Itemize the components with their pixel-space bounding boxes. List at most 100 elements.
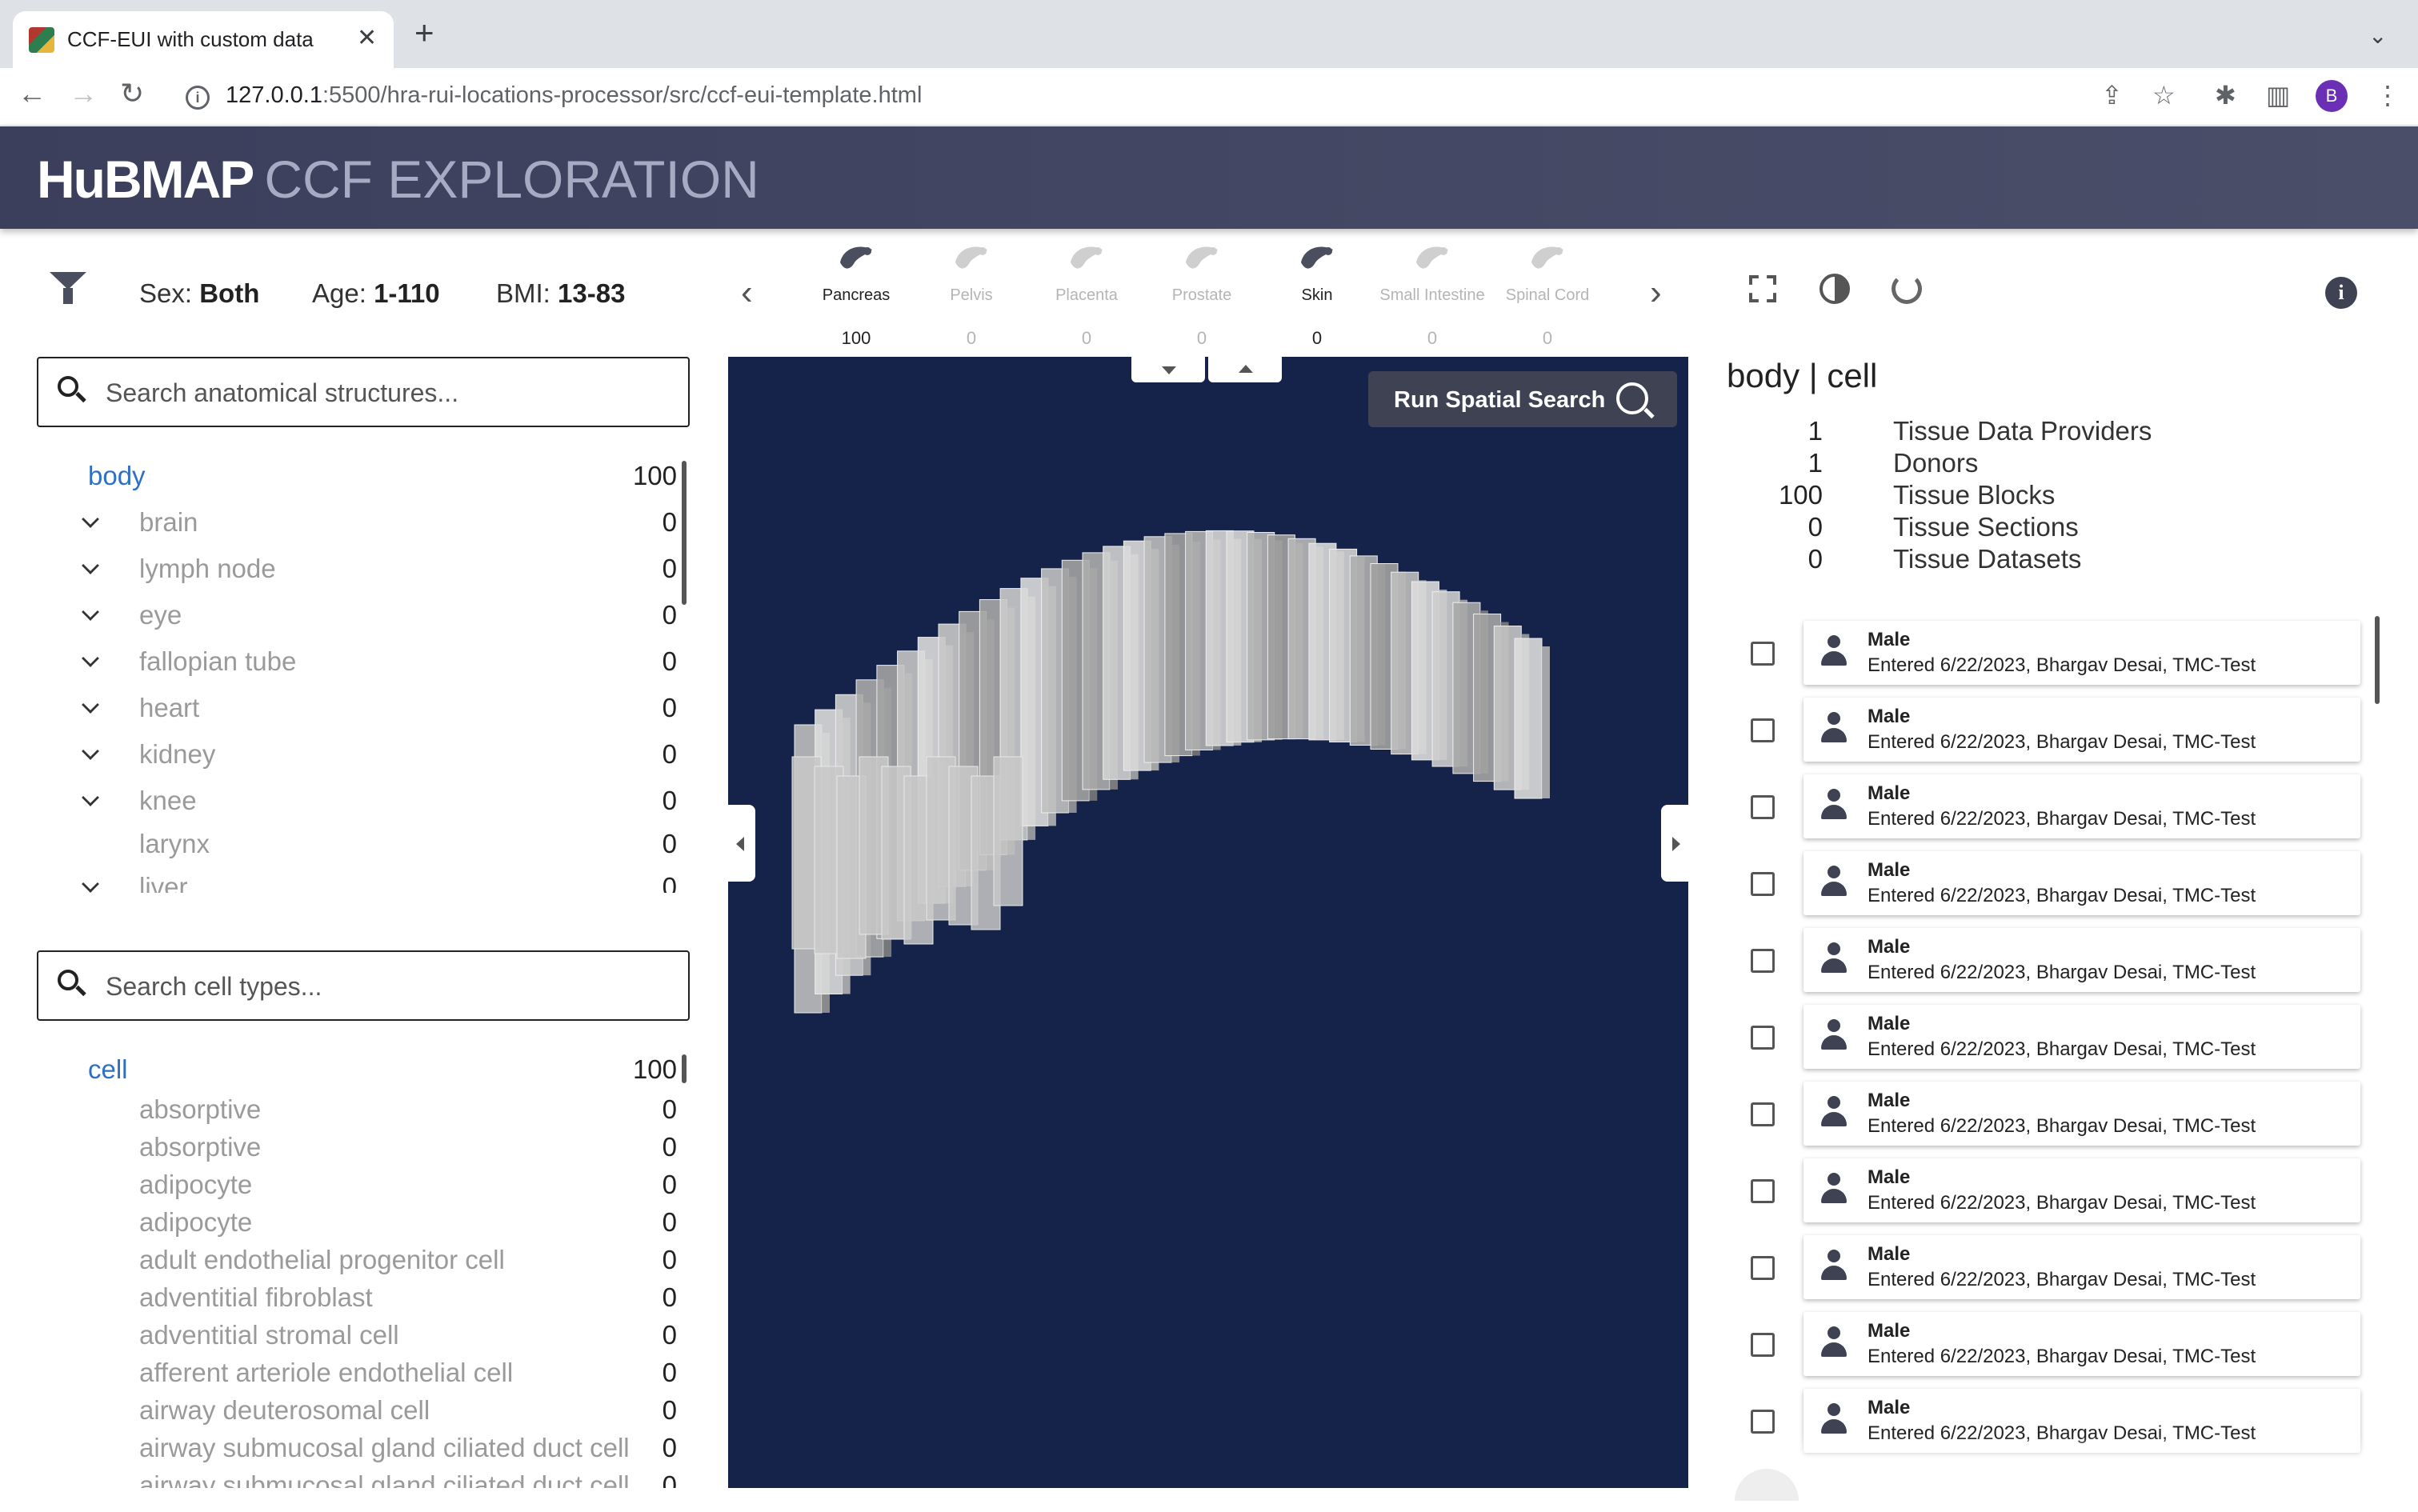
chevron-down-icon[interactable] (82, 650, 99, 667)
chevron-down-icon[interactable] (82, 875, 99, 893)
anatomical-tree-row[interactable]: heart 0 (37, 693, 677, 731)
anatomical-tree-row[interactable]: liver 0 (37, 872, 677, 893)
run-spatial-search-button[interactable]: Run Spatial Search (1368, 371, 1677, 427)
donor-checkbox[interactable] (1751, 642, 1775, 666)
theme-toggle-icon[interactable] (1820, 274, 1850, 304)
anatomical-tree-row[interactable]: knee 0 (37, 786, 677, 824)
cell-tree-row[interactable]: airway submucosal gland ciliated duct ce… (37, 1433, 677, 1471)
organ-prostate[interactable]: Prostate 0 (1146, 237, 1258, 349)
donor-checkbox[interactable] (1751, 1410, 1775, 1434)
side-panel-icon[interactable]: ▥ (2266, 79, 2290, 113)
cell-search-input[interactable] (106, 966, 666, 1006)
cell-tree-row[interactable]: adipocyte 0 (37, 1207, 677, 1246)
organ-spinal-cord[interactable]: Spinal Cord 0 (1491, 237, 1603, 349)
age-filter[interactable]: Age: 1-110 (312, 278, 440, 309)
donor-card[interactable]: Male Entered 6/22/2023, Bhargav Desai, TM… (1803, 698, 2360, 762)
donor-checkbox[interactable] (1751, 1102, 1775, 1126)
profile-avatar[interactable]: B (2316, 80, 2348, 112)
anatomical-tree-row[interactable]: larynx 0 (37, 829, 677, 867)
sex-filter[interactable]: Sex: Both (139, 278, 259, 309)
anatomical-search-input[interactable] (106, 373, 666, 413)
donor-card[interactable]: Male Entered 6/22/2023, Bhargav Desai, TM… (1803, 621, 2360, 685)
organ-placenta[interactable]: Placenta 0 (1031, 237, 1143, 349)
extensions-puzzle-icon[interactable]: ✱ (2215, 79, 2236, 113)
donor-card[interactable]: Male Entered 6/22/2023, Bhargav Desai, TM… (1803, 1005, 2360, 1069)
chevron-down-icon[interactable] (82, 696, 99, 714)
reload-icon[interactable]: ↻ (120, 79, 144, 108)
tab-search-chevron-icon[interactable]: ⌄ (2368, 22, 2387, 49)
age-value: 1-110 (374, 278, 440, 308)
tree-item-count: 0 (662, 1207, 677, 1237)
anatomical-tree-row[interactable]: body 100 (37, 461, 677, 499)
donor-checkbox[interactable] (1751, 718, 1775, 742)
organ-pancreas[interactable]: Pancreas 100 (800, 237, 912, 349)
donor-checkbox[interactable] (1751, 872, 1775, 896)
anatomical-tree-row[interactable]: kidney 0 (37, 739, 677, 778)
left-drawer-toggle[interactable] (728, 805, 755, 882)
chevron-down-icon[interactable] (82, 603, 99, 621)
share-icon[interactable]: ⇪ (2101, 79, 2123, 113)
donor-card[interactable]: Male Entered 6/22/2023, Bhargav Desai, TM… (1803, 1235, 2360, 1299)
organ-skin[interactable]: Skin 0 (1261, 237, 1373, 349)
browser-tab[interactable]: CCF-EUI with custom data ✕ (13, 11, 394, 68)
right-drawer-toggle[interactable] (1661, 805, 1688, 882)
cell-tree-row[interactable]: absorptive 0 (37, 1132, 677, 1170)
cell-tree-scrollbar[interactable] (682, 1054, 687, 1083)
3d-viewport[interactable]: Run Spatial Search (728, 357, 1688, 1488)
cell-tree-row[interactable]: adventitial stromal cell 0 (37, 1320, 677, 1358)
chevron-down-icon[interactable] (82, 557, 99, 574)
donor-checkbox[interactable] (1751, 1026, 1775, 1050)
person-icon (1820, 712, 1848, 746)
donor-card[interactable]: Male Entered 6/22/2023, Bhargav Desai, TM… (1803, 1312, 2360, 1376)
donor-checkbox[interactable] (1751, 795, 1775, 819)
donor-checkbox[interactable] (1751, 1333, 1775, 1357)
cell-tree-row[interactable]: airway deuterosomal cell 0 (37, 1395, 677, 1434)
fullscreen-icon[interactable] (1747, 274, 1778, 304)
cell-tree-row[interactable]: absorptive 0 (37, 1094, 677, 1133)
donor-card[interactable]: Male Entered 6/22/2023, Bhargav Desai, TM… (1803, 851, 2360, 915)
donor-card[interactable]: Male Entered 6/22/2023, Bhargav Desai, TM… (1803, 1158, 2360, 1222)
tree-item-label: knee (139, 786, 197, 815)
bookmark-star-icon[interactable]: ☆ (2152, 79, 2176, 113)
chevron-down-icon[interactable] (82, 789, 99, 806)
organ-small-intestine[interactable]: Small Intestine 0 (1376, 237, 1488, 349)
donor-checkbox[interactable] (1751, 949, 1775, 973)
chevron-down-icon[interactable] (82, 510, 99, 528)
donor-checkbox[interactable] (1751, 1179, 1775, 1203)
anatomical-tree-scrollbar[interactable] (682, 461, 687, 605)
results-scrollbar[interactable] (2375, 616, 2380, 704)
collapse-top-handle[interactable] (1131, 357, 1205, 382)
site-info-icon[interactable]: i (186, 86, 210, 110)
cell-tree-row[interactable]: afferent arteriole endothelial cell 0 (37, 1358, 677, 1396)
expand-top-handle[interactable] (1208, 357, 1282, 382)
close-tab-icon[interactable]: ✕ (357, 24, 377, 52)
cell-tree-row[interactable]: adipocyte 0 (37, 1170, 677, 1208)
back-arrow-icon[interactable]: ← (18, 79, 46, 108)
donor-card[interactable]: Male Entered 6/22/2023, Bhargav Desai, TM… (1803, 928, 2360, 992)
filter-icon[interactable] (50, 272, 86, 304)
address-bar[interactable]: 127.0.0.1:5500/hra-rui-locations-process… (226, 82, 922, 109)
anatomical-tree-row[interactable]: fallopian tube 0 (37, 646, 677, 685)
anatomical-tree-row[interactable]: lymph node 0 (37, 554, 677, 592)
donor-checkbox[interactable] (1751, 1256, 1775, 1280)
browser-menu-icon[interactable]: ⋮ (2375, 79, 2400, 113)
chevron-down-icon[interactable] (82, 742, 99, 760)
carousel-prev-icon[interactable]: ‹ (741, 275, 753, 310)
forward-arrow-icon[interactable]: → (69, 79, 98, 108)
anatomical-tree-row[interactable]: brain 0 (37, 507, 677, 546)
carousel-next-icon[interactable]: › (1650, 275, 1662, 310)
cell-tree-row[interactable]: adult endothelial progenitor cell 0 (37, 1245, 677, 1283)
bmi-filter[interactable]: BMI: 13-83 (496, 278, 625, 309)
donor-card[interactable]: Male Entered 6/22/2023, Bhargav Desai, TM… (1803, 774, 2360, 838)
app-brand[interactable]: HuBMAP CCF EXPLORATION (37, 149, 759, 210)
organ-pelvis[interactable]: Pelvis 0 (915, 237, 1027, 349)
cell-tree-row[interactable]: cell 100 (37, 1054, 677, 1093)
info-icon[interactable]: i (2325, 277, 2357, 309)
reset-view-icon[interactable] (1892, 274, 1922, 304)
new-tab-button[interactable]: + (414, 16, 434, 50)
cell-tree-row[interactable]: airway submucosal gland ciliated duct ce… (37, 1470, 677, 1488)
donor-card[interactable]: Male Entered 6/22/2023, Bhargav Desai, TM… (1803, 1082, 2360, 1146)
anatomical-tree-row[interactable]: eye 0 (37, 600, 677, 638)
cell-tree-row[interactable]: adventitial fibroblast 0 (37, 1282, 677, 1321)
stat-label: Donors (1893, 448, 1979, 478)
